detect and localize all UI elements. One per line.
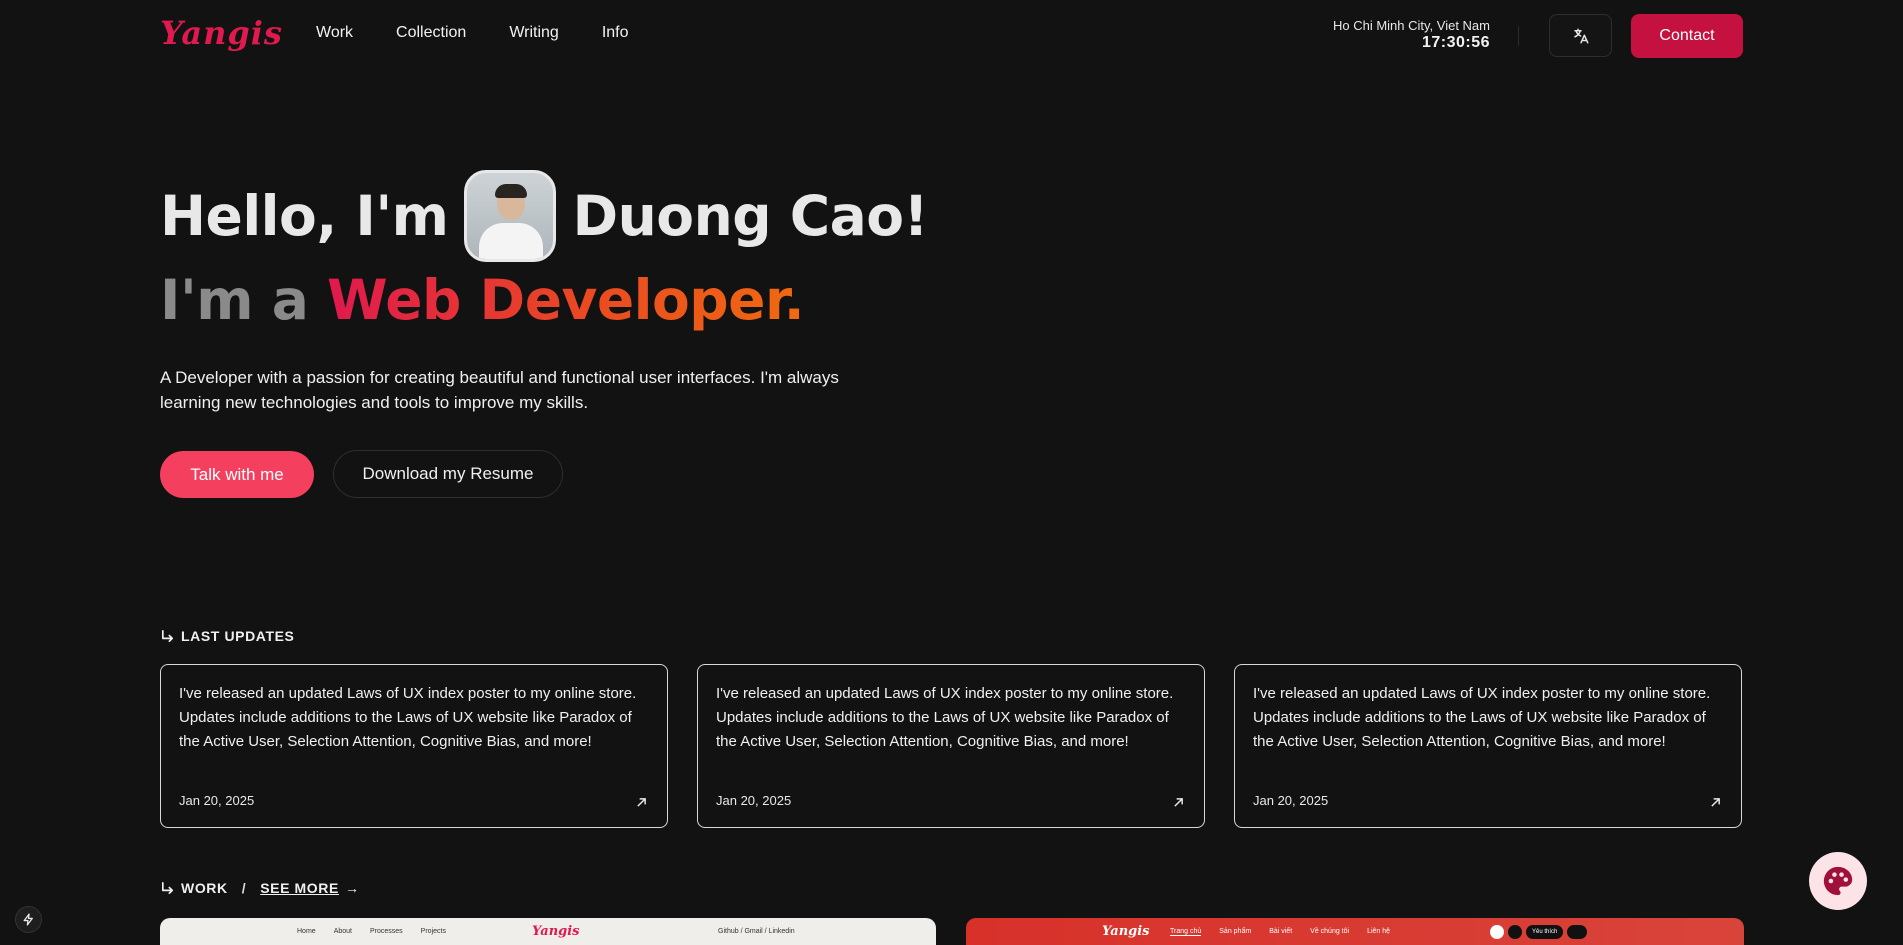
preview-nav-item: Home (297, 928, 316, 935)
update-date: Jan 20, 2025 (1253, 793, 1329, 808)
location-clock: Ho Chi Minh City, Viet Nam 17:30:56 (1333, 17, 1490, 51)
last-updates-title: LAST UPDATES (181, 628, 295, 644)
work-heading: WORK / SEE MORE → (160, 880, 360, 896)
arrow-up-right-icon[interactable] (1710, 797, 1721, 808)
preview-actions: Yêu thích (1490, 925, 1588, 939)
hero-role: I'm a Web Developer. (160, 268, 805, 332)
update-text: I've released an updated Laws of UX inde… (1253, 685, 1711, 750)
download-resume-button[interactable]: Download my Resume (333, 450, 563, 498)
location-city: Ho Chi Minh City, Viet Nam (1332, 18, 1490, 33)
preview-nav-item: Processes (369, 928, 403, 935)
preview-nav: Trang chủ Sản phẩm Bài viết Về chúng tôi… (1170, 928, 1390, 936)
preview-wishlist: Yêu thích (1526, 925, 1564, 939)
arrow-down-right-icon (161, 881, 174, 894)
work-preview-store[interactable]: Yangis Trang chủ Sản phẩm Bài viết Về ch… (966, 918, 1744, 945)
update-text: I've released an updated Laws of UX inde… (179, 685, 637, 750)
nav-item-work[interactable]: Work (316, 24, 353, 42)
nav-item-collection[interactable]: Collection (396, 24, 466, 42)
preview-search-icon (1490, 925, 1504, 939)
preview-logo: Yangis (1102, 924, 1150, 939)
language-button[interactable] (1549, 14, 1612, 57)
preview-cart-icon (1567, 925, 1588, 939)
translate-icon (1573, 28, 1588, 43)
update-text: I've released an updated Laws of UX inde… (716, 685, 1174, 750)
hero-description: A Developer with a passion for creating … (160, 368, 839, 412)
preview-nav: Home About Processes Projects (297, 928, 446, 935)
update-date: Jan 20, 2025 (716, 793, 792, 808)
quick-action-button[interactable] (15, 906, 42, 933)
preview-user-icon (1508, 925, 1522, 939)
preview-nav-item: Liên hệ (1367, 928, 1391, 935)
update-date: Jan 20, 2025 (179, 793, 255, 808)
arrow-up-right-icon[interactable] (636, 797, 647, 808)
local-time: 17:30:56 (1421, 34, 1490, 51)
update-card[interactable]: I've released an updated Laws of UX inde… (697, 664, 1205, 828)
preview-nav-item: Sản phẩm (1219, 928, 1252, 935)
arrow-down-right-icon (161, 629, 174, 642)
avatar (464, 170, 557, 262)
role-prefix: I'm a (160, 268, 309, 332)
palette-icon (1823, 866, 1853, 896)
see-more-link[interactable]: SEE MORE (260, 880, 339, 896)
work-title: WORK (181, 880, 228, 896)
update-card[interactable]: I've released an updated Laws of UX inde… (160, 664, 668, 828)
nav-item-writing[interactable]: Writing (509, 24, 559, 42)
theme-palette-button[interactable] (1809, 852, 1867, 910)
greeting-prefix: Hello, I'm (160, 184, 449, 248)
preview-nav-item: About (333, 928, 352, 935)
work-preview-portfolio[interactable]: Home About Processes Projects Yangis Git… (160, 918, 936, 945)
update-card[interactable]: I've released an updated Laws of UX inde… (1234, 664, 1742, 828)
talk-with-me-button[interactable]: Talk with me (160, 451, 314, 498)
contact-button[interactable]: Contact (1631, 14, 1743, 58)
site-header: Yangis Work Collection Writing Info Ho C… (0, 0, 1903, 72)
greeting-name: Duong Cao! (572, 184, 929, 248)
preview-logo: Yangis (532, 924, 580, 939)
preview-nav-item: Trang chủ (1170, 928, 1202, 936)
arrow-up-right-icon[interactable] (1173, 797, 1184, 808)
bolt-icon (23, 913, 33, 926)
preview-social-links: Github / Gmail / Linkedin (718, 928, 795, 935)
arrow-right-icon[interactable]: → (345, 880, 360, 896)
hero-greeting: Hello, I'm Duong Cao! (160, 170, 929, 262)
site-logo[interactable]: Yangis (160, 14, 283, 52)
updates-list: I've released an updated Laws of UX inde… (160, 664, 1742, 828)
main-nav: Work Collection Writing Info (316, 24, 629, 42)
last-updates-heading: LAST UPDATES (160, 628, 295, 644)
nav-item-info[interactable]: Info (602, 24, 629, 42)
heading-separator: / (241, 880, 247, 896)
header-divider (1518, 26, 1519, 46)
preview-nav-item: Projects (420, 928, 446, 935)
role-title: Web Developer. (327, 268, 805, 332)
preview-nav-item: Bài viết (1269, 928, 1293, 935)
preview-nav-item: Về chúng tôi (1310, 928, 1350, 935)
